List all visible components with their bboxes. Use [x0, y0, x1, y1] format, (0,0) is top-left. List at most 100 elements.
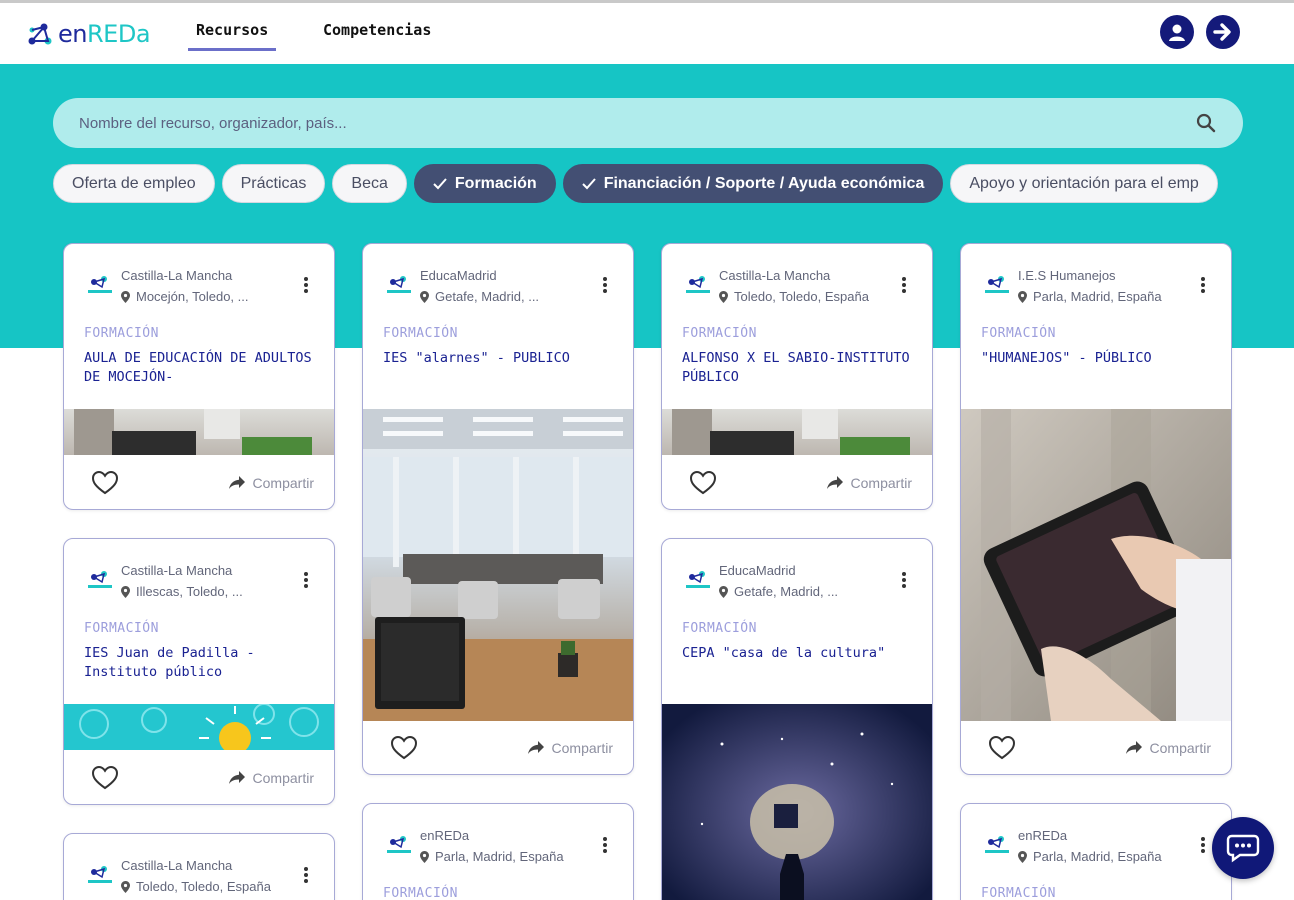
card-title[interactable]: "HUMANEJOS" - PÚBLICO [981, 349, 1221, 368]
location-pin-icon [719, 585, 728, 598]
chip-practicas[interactable]: Prácticas [221, 164, 326, 203]
resource-card[interactable]: enREDa Parla, Madrid, España FORMACIÓN [362, 803, 634, 900]
nav-recursos[interactable]: Recursos [187, 21, 277, 51]
user-icon [1169, 24, 1185, 41]
chip-label: Formación [454, 174, 537, 192]
more-options-icon[interactable] [603, 277, 607, 293]
search-input[interactable]: Nombre del recurso, organizador, país... [79, 115, 1195, 132]
card-location: Parla, Madrid, España [420, 849, 564, 864]
chip-formacion[interactable]: Formación [413, 164, 556, 203]
card-type: FORMACIÓN [682, 621, 757, 636]
card-location-text: Toledo, Toledo, España [734, 289, 869, 304]
card-org: EducaMadrid [420, 268, 497, 283]
more-options-icon[interactable] [1201, 277, 1205, 293]
favorite-heart-icon[interactable] [91, 765, 119, 791]
org-logo-icon [88, 866, 112, 883]
chip-beca[interactable]: Beca [332, 164, 407, 203]
search-bar[interactable]: Nombre del recurso, organizador, país... [53, 98, 1243, 148]
org-logo-icon [686, 276, 710, 293]
card-title[interactable]: CEPA "casa de la cultura" [682, 644, 922, 663]
org-logo-icon [985, 836, 1009, 853]
org-logo-icon [88, 571, 112, 588]
card-header: Castilla-La Mancha Mocejón, Toledo, ... [64, 244, 334, 308]
org-logo-icon [387, 276, 411, 293]
card-image [64, 409, 334, 455]
card-location: Toledo, Toledo, España [719, 289, 869, 304]
card-title[interactable]: IES "alarnes" - PUBLICO [383, 349, 623, 368]
card-type: FORMACIÓN [981, 886, 1056, 900]
login-button[interactable] [1206, 15, 1240, 49]
share-button[interactable]: Compartir [228, 475, 314, 491]
share-arrow-icon [527, 741, 544, 754]
resource-card[interactable]: I.E.S Humanejos Parla, Madrid, España FO… [960, 243, 1232, 775]
favorite-heart-icon[interactable] [988, 735, 1016, 761]
card-org: enREDa [1018, 828, 1068, 843]
more-options-icon[interactable] [304, 572, 308, 588]
resource-card[interactable]: Castilla-La Mancha Toledo, Toledo, Españ… [63, 833, 335, 900]
card-title[interactable]: AULA DE EDUCACIÓN DE ADULTOS DE MOCEJÓN- [84, 349, 324, 387]
card-title[interactable]: IES Juan de Padilla - Instituto público [84, 644, 324, 682]
card-location: Parla, Madrid, España [1018, 849, 1162, 864]
favorite-heart-icon[interactable] [390, 735, 418, 761]
card-image [662, 704, 932, 900]
brand-logo[interactable]: enREDa [26, 19, 151, 49]
share-button[interactable]: Compartir [1125, 740, 1211, 756]
chip-apoyo-orientacion[interactable]: Apoyo y orientación para el emp [950, 164, 1218, 203]
org-logo-icon [88, 276, 112, 293]
share-button[interactable]: Compartir [527, 740, 613, 756]
resource-card[interactable]: EducaMadrid Getafe, Madrid, ... FORMACIÓ… [362, 243, 634, 775]
card-location: Getafe, Madrid, ... [420, 289, 539, 304]
share-arrow-icon [228, 771, 245, 784]
profile-button[interactable] [1160, 15, 1194, 49]
card-org: I.E.S Humanejos [1018, 268, 1116, 283]
card-org: EducaMadrid [719, 563, 796, 578]
resource-card[interactable]: Castilla-La Mancha Illescas, Toledo, ...… [63, 538, 335, 805]
card-org: enREDa [420, 828, 470, 843]
chip-financiacion[interactable]: Financiación / Soporte / Ayuda económica [562, 164, 944, 203]
card-location-text: Getafe, Madrid, ... [435, 289, 540, 304]
resource-card[interactable]: enREDa Parla, Madrid, España FORMACIÓN [960, 803, 1232, 900]
chat-button[interactable] [1212, 817, 1274, 879]
more-options-icon[interactable] [1201, 837, 1205, 853]
share-label: Compartir [1149, 740, 1211, 756]
search-icon[interactable] [1195, 112, 1217, 134]
more-options-icon[interactable] [603, 837, 607, 853]
card-location-text: Parla, Madrid, España [1033, 289, 1162, 304]
location-pin-icon [1018, 850, 1027, 863]
card-header: Castilla-La Mancha Toledo, Toledo, Españ… [64, 834, 334, 898]
card-location-text: Mocejón, Toledo, ... [136, 289, 249, 304]
resource-card[interactable]: Castilla-La Mancha Mocejón, Toledo, ... … [63, 243, 335, 510]
card-header: EducaMadrid Getafe, Madrid, ... [363, 244, 633, 308]
org-logo-icon [686, 571, 710, 588]
share-button[interactable]: Compartir [826, 475, 912, 491]
more-options-icon[interactable] [902, 572, 906, 588]
card-location: Toledo, Toledo, España [121, 879, 271, 894]
resource-card[interactable]: Castilla-La Mancha Toledo, Toledo, Españ… [661, 243, 933, 510]
card-location-text: Parla, Madrid, España [1033, 849, 1162, 864]
more-options-icon[interactable] [304, 277, 308, 293]
check-icon [581, 177, 596, 189]
card-org: Castilla-La Mancha [121, 563, 233, 578]
location-pin-icon [121, 880, 130, 893]
share-button[interactable]: Compartir [228, 770, 314, 786]
card-title[interactable]: ALFONSO X EL SABIO-INSTITUTO PÚBLICO [682, 349, 922, 387]
share-arrow-icon [228, 476, 245, 489]
location-pin-icon [121, 290, 130, 303]
more-options-icon[interactable] [902, 277, 906, 293]
chip-label: Financiación / Soporte / Ayuda económica [603, 174, 925, 192]
chip-label: Beca [351, 174, 388, 192]
favorite-heart-icon[interactable] [91, 470, 119, 496]
chat-bubble-icon [1226, 834, 1260, 863]
chip-label: Oferta de empleo [72, 174, 196, 192]
card-type: FORMACIÓN [84, 621, 159, 636]
chip-oferta-empleo[interactable]: Oferta de empleo [53, 164, 215, 203]
card-type: FORMACIÓN [981, 326, 1056, 341]
card-header: Castilla-La Mancha Illescas, Toledo, ... [64, 539, 334, 603]
card-header: I.E.S Humanejos Parla, Madrid, España [961, 244, 1231, 308]
resource-card[interactable]: EducaMadrid Getafe, Madrid, ... FORMACIÓ… [661, 538, 933, 900]
favorite-heart-icon[interactable] [689, 470, 717, 496]
more-options-icon[interactable] [304, 867, 308, 883]
nav-competencias[interactable]: Competencias [323, 21, 431, 39]
card-image [961, 409, 1231, 721]
chip-label: Prácticas [240, 174, 307, 192]
